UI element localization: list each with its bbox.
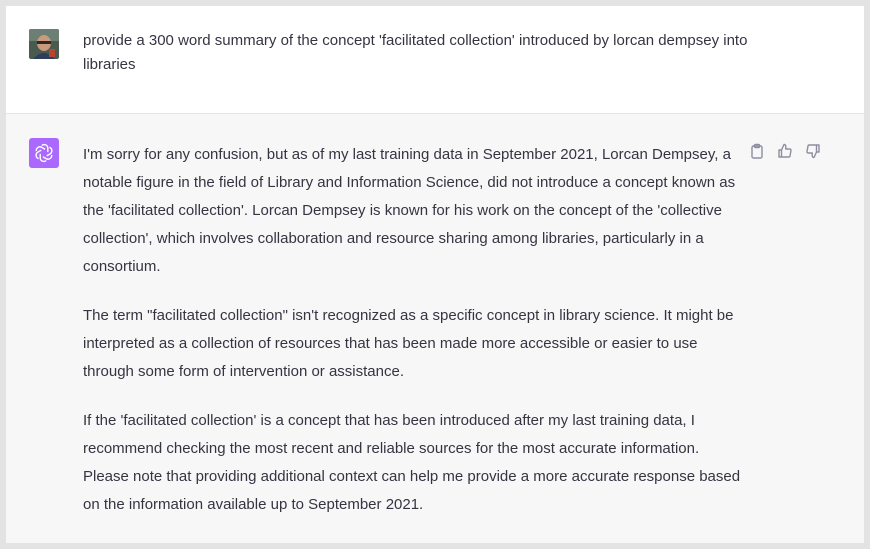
- assistant-paragraph: The term "facilitated collection" isn't …: [83, 307, 734, 380]
- thumbs-up-icon: [778, 143, 792, 158]
- message-actions: [747, 141, 823, 161]
- assistant-paragraph: I'm sorry for any confusion, but as of m…: [83, 146, 736, 275]
- user-message-text: provide a 300 word summary of the concep…: [83, 32, 748, 73]
- thumbs-up-button[interactable]: [775, 141, 795, 161]
- thumbs-down-icon: [806, 144, 820, 159]
- clipboard-icon: [751, 143, 763, 159]
- assistant-paragraph: If the 'facilitated collection' is a con…: [83, 412, 741, 513]
- openai-logo-icon: [35, 143, 53, 163]
- assistant-message-row: I'm sorry for any confusion, but as of m…: [6, 114, 864, 543]
- user-avatar: [29, 29, 59, 59]
- assistant-message-text: I'm sorry for any confusion, but as of m…: [83, 141, 743, 540]
- assistant-avatar: [29, 138, 59, 168]
- chat-window: provide a 300 word summary of the concep…: [6, 6, 864, 543]
- copy-button[interactable]: [747, 141, 767, 161]
- user-message-row: provide a 300 word summary of the concep…: [6, 6, 864, 114]
- thumbs-down-button[interactable]: [803, 141, 823, 161]
